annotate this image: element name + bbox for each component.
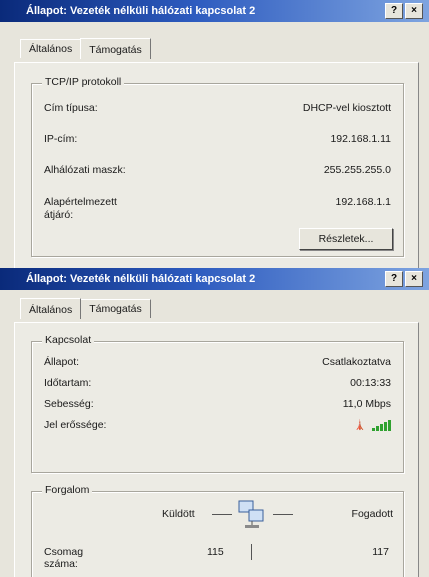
signal-bar [372,428,375,431]
signal-bar [380,424,383,431]
ip-address-value: 192.168.1.11 [330,133,391,145]
status-value: Csatlakoztatva [322,356,391,368]
signal-bar [376,426,379,431]
signal-strength: 🗼 [354,419,391,431]
tab-support[interactable]: Támogatás [80,299,151,318]
help-button[interactable]: ? [385,271,403,287]
speed-label: Sebesség: [44,398,94,410]
tab-panel: TCP/IP protokoll Cím típusa: DHCP-vel ki… [14,62,419,268]
divider [251,544,252,560]
sent-packets-value: 115 [207,546,224,558]
address-type-label: Cím típusa: [44,102,98,114]
received-label: Fogadott [351,508,393,520]
tab-support[interactable]: Támogatás [80,38,151,59]
tcpip-group: TCP/IP protokoll Cím típusa: DHCP-vel ki… [31,76,404,257]
packets-label: Csomag száma: [44,546,84,570]
tab-general[interactable]: Általános [20,39,82,58]
default-gateway-value: 192.168.1.1 [335,196,391,208]
status-dialog-support: Állapot: Vezeték nélküli hálózati kapcso… [0,0,429,268]
received-line [273,514,293,515]
title-bar: Állapot: Vezeték nélküli hálózati kapcso… [0,268,429,290]
duration-value: 00:13:33 [350,377,391,389]
sent-line [212,514,232,515]
close-button[interactable]: × [405,3,423,19]
sent-label: Küldött [162,508,195,520]
subnet-mask-label: Alhálózati maszk: [44,164,126,176]
tab-general[interactable]: Általános [20,298,82,319]
address-type-value: DHCP-vel kiosztott [302,102,391,114]
signal-bar [384,422,387,431]
status-row: Állapot: Csatlakoztatva [44,356,391,368]
signal-bar [388,420,391,431]
status-dialog-general: Állapot: Vezeték nélküli hálózati kapcso… [0,268,429,577]
signal-row: Jel erőssége: 🗼 [44,419,391,431]
network-computers-icon [238,500,264,528]
traffic-group: Forgalom Küldött Fogadott Csomag száma: … [31,484,404,577]
window-title: Állapot: Vezeték nélküli hálózati kapcso… [26,273,256,285]
details-button[interactable]: Részletek... [299,228,393,250]
group-title: Forgalom [42,484,93,496]
duration-row: Időtartam: 00:13:33 [44,377,391,389]
signal-label: Jel erőssége: [44,419,107,431]
tab-strip: Általános Támogatás [20,298,151,319]
tab-panel: Kapcsolat Állapot: Csatlakoztatva Időtar… [14,322,419,577]
antenna-icon: 🗼 [353,420,367,431]
window-title: Állapot: Vezeték nélküli hálózati kapcso… [26,5,256,17]
duration-label: Időtartam: [44,377,92,389]
default-gateway-label: Alapértelmezett átjáró: [44,196,117,221]
subnet-mask-value: 255.255.255.0 [323,164,391,176]
speed-value: 11,0 Mbps [342,398,391,410]
default-gateway-row: Alapértelmezett átjáró: 192.168.1.1 [44,196,391,222]
help-button[interactable]: ? [385,3,403,19]
received-packets-value: 117 [372,546,389,558]
ip-address-row: IP-cím: 192.168.1.11 [44,133,391,145]
connection-group: Kapcsolat Állapot: Csatlakoztatva Időtar… [31,334,404,473]
ip-address-label: IP-cím: [44,133,78,145]
group-title: Kapcsolat [42,334,95,346]
speed-row: Sebesség: 11,0 Mbps [44,398,391,410]
status-label: Állapot: [44,356,80,368]
subnet-mask-row: Alhálózati maszk: 255.255.255.0 [44,164,391,176]
address-type-row: Cím típusa: DHCP-vel kiosztott [44,102,391,114]
group-title: TCP/IP protokoll [42,76,125,88]
signal-bars-icon [372,420,391,431]
tab-strip: Általános Támogatás [20,38,151,59]
title-bar: Állapot: Vezeték nélküli hálózati kapcso… [0,0,429,22]
close-button[interactable]: × [405,271,423,287]
